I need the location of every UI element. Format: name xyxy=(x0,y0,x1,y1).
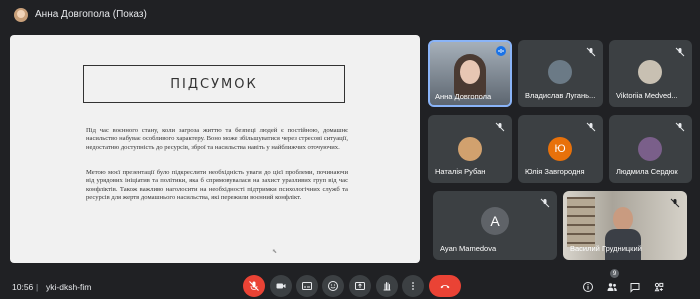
raise-hand-icon xyxy=(383,282,391,291)
presenter-label: Анна Довгопола (Показ) xyxy=(35,9,147,20)
present-icon xyxy=(355,282,365,290)
slide-paragraph-2: Метою моєї презентації було підкреслити … xyxy=(86,169,348,202)
participant-face xyxy=(460,60,480,84)
camera-toggle-button[interactable] xyxy=(270,275,292,297)
participant-avatar xyxy=(638,60,662,84)
participant-face xyxy=(613,207,633,231)
mic-off-icon xyxy=(586,122,596,132)
participant-name: Василий Грудницкий xyxy=(570,244,642,253)
emoji-icon xyxy=(328,281,338,291)
participant-name: Юлія Завгородня xyxy=(525,167,585,176)
people-icon xyxy=(607,283,617,291)
mic-off-icon xyxy=(249,281,259,291)
participant-tile[interactable]: Анна Довгопола xyxy=(428,40,512,107)
participant-tile[interactable]: Ю Юлія Завгородня xyxy=(518,115,603,183)
mic-off-icon xyxy=(495,122,505,132)
participant-initial: A xyxy=(490,213,500,229)
raise-hand-button[interactable] xyxy=(376,275,398,297)
presentation-slide[interactable]: ПІДСУМОК Під час воєнного стану, коли за… xyxy=(10,35,420,263)
mic-off-icon xyxy=(540,198,550,208)
people-button[interactable] xyxy=(605,280,619,294)
leave-call-button[interactable] xyxy=(429,275,461,297)
info-icon xyxy=(583,282,593,292)
end-call-icon xyxy=(440,285,450,289)
activities-button[interactable] xyxy=(652,280,666,294)
slide-title-box: ПІДСУМОК xyxy=(83,65,345,103)
participant-initial: Ю xyxy=(554,143,566,155)
mic-off-icon xyxy=(675,122,685,132)
speaking-indicator-icon xyxy=(496,46,506,56)
participant-avatar: Ю xyxy=(548,137,572,161)
chat-button[interactable] xyxy=(628,280,642,294)
participant-name: Ayan Mamedova xyxy=(440,244,497,253)
captions-icon xyxy=(302,282,312,290)
activities-icon xyxy=(654,282,664,292)
people-count: 9 xyxy=(612,270,617,277)
separator: | xyxy=(36,282,39,292)
mic-off-icon xyxy=(675,47,685,57)
participant-name: Людмила Сердюк xyxy=(616,167,678,176)
participant-name: Viktoriia Medved... xyxy=(616,91,678,100)
participant-tile[interactable]: Владислав Лугань... xyxy=(518,40,603,107)
slide-paragraph-1: Під час воєнного стану, коли загроза жит… xyxy=(86,127,348,151)
participant-tile[interactable]: Людмила Сердюк xyxy=(609,115,692,183)
people-count-badge: 9 xyxy=(610,269,619,278)
mouse-cursor-icon: ⬉ xyxy=(272,249,278,255)
participant-name: Владислав Лугань... xyxy=(525,91,596,100)
bookshelf-background xyxy=(567,197,595,247)
participant-avatar: A xyxy=(481,207,509,235)
participant-name: Анна Довгопола xyxy=(435,92,492,101)
participant-avatar xyxy=(458,137,482,161)
camera-icon xyxy=(276,283,286,289)
participant-name: Наталія Рубан xyxy=(435,167,486,176)
participant-tile[interactable]: Viktoriia Medved... xyxy=(609,40,692,107)
participant-avatar xyxy=(548,60,572,84)
mic-off-icon xyxy=(586,47,596,57)
mic-off-icon xyxy=(670,198,680,208)
reactions-button[interactable] xyxy=(322,275,344,297)
present-now-button[interactable] xyxy=(349,275,371,297)
presenter-avatar xyxy=(14,8,28,22)
participant-tile[interactable]: A Ayan Mamedova xyxy=(433,191,557,260)
mic-toggle-button[interactable] xyxy=(243,275,265,297)
participant-tile[interactable]: Василий Грудницкий xyxy=(563,191,687,260)
top-bar: Анна Довгопола (Показ) xyxy=(0,0,700,30)
more-options-button[interactable] xyxy=(402,275,424,297)
chat-icon xyxy=(630,283,640,293)
more-icon xyxy=(412,282,414,290)
meeting-details-button[interactable] xyxy=(581,280,595,294)
captions-button[interactable] xyxy=(296,275,318,297)
slide-title: ПІДСУМОК xyxy=(170,76,258,92)
participant-tile[interactable]: Наталія Рубан xyxy=(428,115,512,183)
clock-time: 10:56 xyxy=(12,282,34,292)
meeting-code: yki-dksh-fim xyxy=(46,282,92,292)
participant-avatar xyxy=(638,137,662,161)
